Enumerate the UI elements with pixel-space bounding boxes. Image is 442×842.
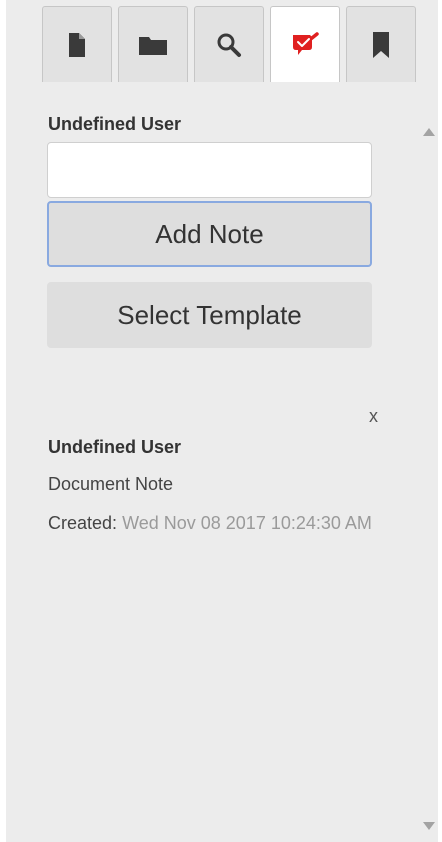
notes-panel: Undefined User Add Note Select Template … [6, 0, 438, 842]
add-note-button[interactable]: Add Note [47, 201, 372, 267]
tab-folder[interactable] [118, 6, 188, 82]
search-icon [217, 33, 241, 57]
scroll-up-arrow-icon[interactable] [423, 128, 435, 136]
tab-bookmark[interactable] [346, 6, 416, 82]
select-template-button[interactable]: Select Template [47, 282, 372, 348]
document-icon [69, 32, 85, 57]
note-created-label: Created: [48, 513, 118, 533]
notes-content: Undefined User Add Note Select Template … [6, 84, 410, 842]
note-created: Created: Wed Nov 08 2017 10:24:30 AM [48, 510, 408, 536]
tab-document[interactable] [42, 6, 112, 82]
folder-icon [139, 36, 167, 55]
note-close-button[interactable]: x [369, 406, 378, 427]
tab-search[interactable] [194, 6, 264, 82]
tab-notes[interactable] [270, 6, 340, 82]
user-label: Undefined User [48, 114, 182, 134]
note-created-value: Wed Nov 08 2017 10:24:30 AM [122, 513, 372, 533]
bookmark-icon [373, 31, 389, 58]
scrollbar[interactable] [418, 122, 440, 836]
scroll-down-arrow-icon[interactable] [423, 822, 435, 830]
note-input[interactable] [47, 142, 372, 198]
note-type: Document Note [48, 474, 174, 494]
notes-check-icon [293, 31, 319, 55]
note-author: Undefined User [48, 437, 182, 457]
